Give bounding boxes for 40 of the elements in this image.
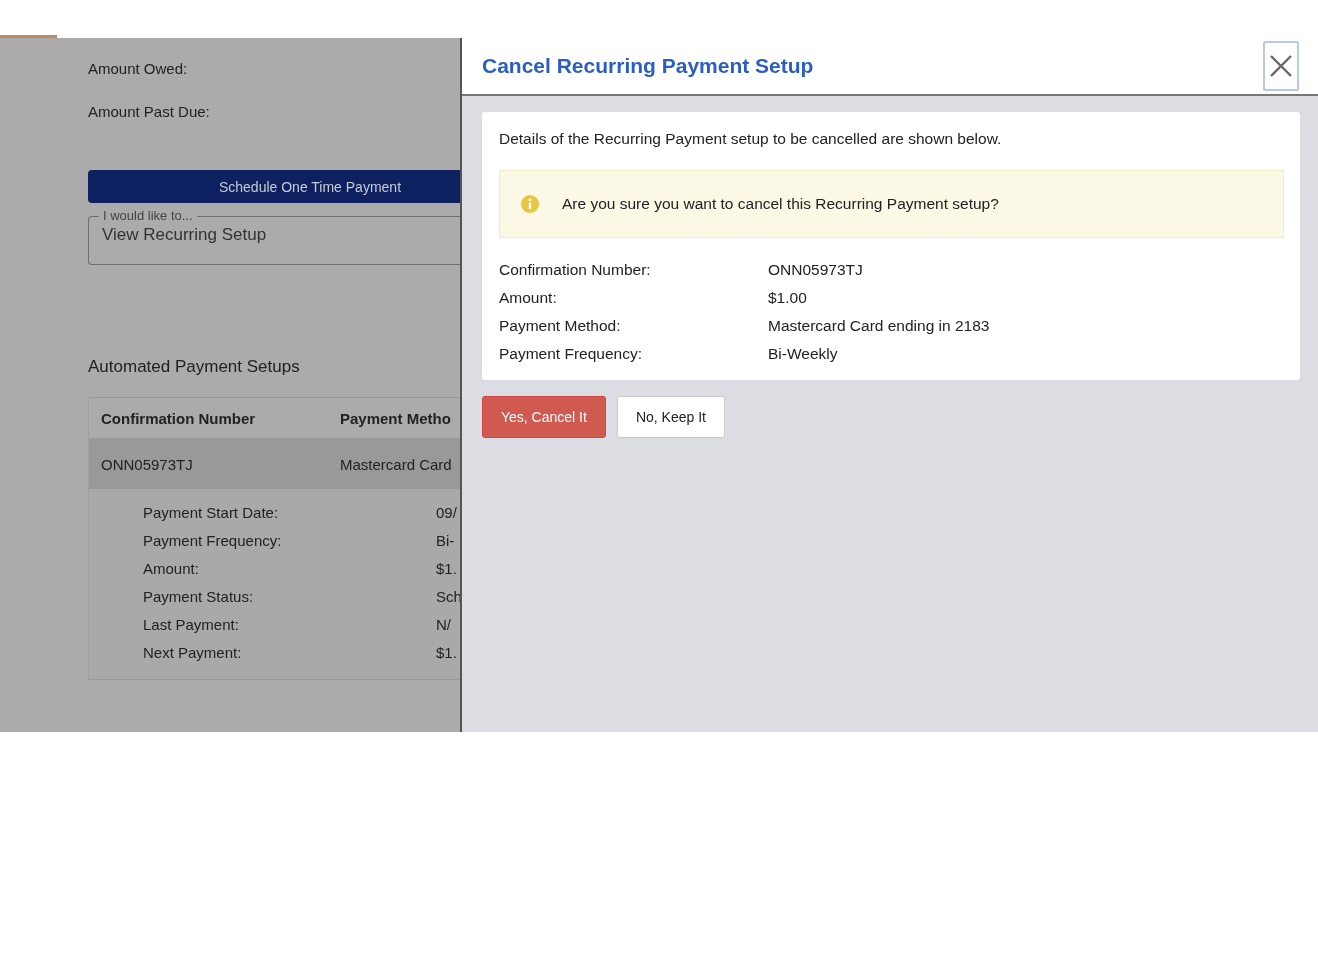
detail-label: Last Payment: xyxy=(143,615,240,635)
detail-value: Bi- xyxy=(436,531,455,551)
detail-label: Amount: xyxy=(499,288,558,308)
detail-value: ONN05973TJ xyxy=(768,260,864,280)
column-header: Payment Metho xyxy=(340,409,451,427)
table-cell: Mastercard Card xyxy=(340,455,452,473)
section-title: Automated Payment Setups xyxy=(88,357,301,377)
detail-label: Payment Frequency: xyxy=(143,531,283,551)
detail-label: Payment Frequency: xyxy=(499,344,643,364)
detail-value: $1. xyxy=(436,643,457,663)
detail-value: N/ xyxy=(436,615,451,635)
detail-label: Next Payment: xyxy=(143,643,243,663)
close-icon xyxy=(1270,55,1292,77)
confirm-button[interactable]: Yes, Cancel It xyxy=(482,396,606,438)
warning-text: Are you sure you want to cancel this Recurring Payment setup? xyxy=(562,195,999,213)
detail-value: Bi-Weekly xyxy=(768,344,839,364)
detail-label: Payment Start Date: xyxy=(143,503,280,523)
select-label: I would like to... xyxy=(102,209,194,223)
detail-value: $1. xyxy=(436,559,457,579)
select-value: View Recurring Setup xyxy=(102,225,267,245)
table-cell-text: ONN05973TJ xyxy=(100,455,194,473)
detail-label: Confirmation Number: xyxy=(499,260,652,280)
keep-button[interactable]: No, Keep It xyxy=(616,396,725,438)
schedule-payment-button[interactable]: Schedule One Time Payment xyxy=(88,170,460,203)
detail-value: 09/ xyxy=(436,503,457,523)
info-icon xyxy=(521,195,539,213)
table-row[interactable]: ONN05973TJ Mastercard Card xyxy=(89,439,460,489)
detail-label: Payment Method: xyxy=(499,316,622,336)
accent-bar xyxy=(0,35,57,38)
detail-label: Payment Status: xyxy=(143,587,255,607)
column-header: Confirmation Number xyxy=(100,409,257,427)
dialog-title: Cancel Recurring Payment Setup xyxy=(482,54,814,78)
detail-value: Mastercard Card ending in 2183 xyxy=(768,316,990,336)
summary-label: Amount Owed: xyxy=(88,60,188,77)
detail-value: $1.00 xyxy=(768,288,808,308)
detail-value: Sch xyxy=(436,587,460,607)
intro-text: Details of the Recurring Payment setup to be cancelled are shown below. xyxy=(499,130,1003,148)
close-button[interactable] xyxy=(1263,41,1299,91)
summary-label: Amount Past Due: xyxy=(88,103,210,120)
detail-label: Amount: xyxy=(143,559,200,579)
